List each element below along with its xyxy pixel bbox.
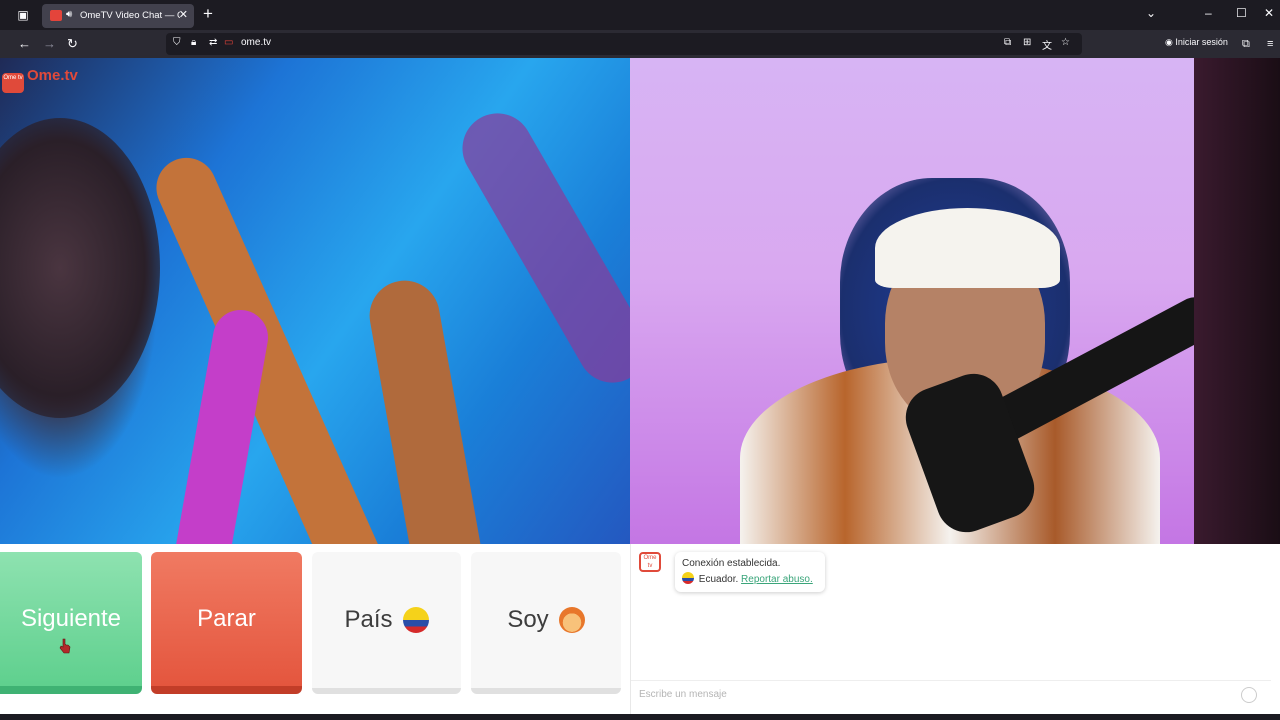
logo-text: Ome.tv	[27, 67, 78, 84]
maximize-button[interactable]: ☐	[1236, 6, 1247, 20]
stop-label: Parar	[197, 605, 256, 632]
menu-icon[interactable]: ≡	[1267, 36, 1273, 52]
gender-label: Soy	[507, 606, 549, 633]
gender-button[interactable]: Soy	[471, 552, 621, 694]
own-video	[630, 58, 1280, 544]
message-placeholder: Escribe un mensaje	[639, 689, 727, 700]
url-bar[interactable]: ⛉ 🔒︎ ⇄ ▭ ome.tv ⧉ ⊞ 文 ☆	[166, 33, 1082, 55]
permissions-icon[interactable]: ⇄	[209, 37, 217, 48]
tab-bar: ▣ 🔊︎ OmeTV Video Chat — Ome ✕ + ⌄ – ☐ ✕	[0, 0, 1280, 30]
country-label: País	[344, 606, 393, 633]
ecuador-flag-icon	[682, 572, 694, 584]
tab-close-icon[interactable]: ✕	[179, 8, 188, 21]
tab-ometv[interactable]: 🔊︎ OmeTV Video Chat — Ome ✕	[42, 4, 194, 28]
next-button[interactable]: Siguiente	[0, 552, 142, 694]
list-all-tabs-icon[interactable]: ⌄	[1146, 6, 1156, 20]
speaker-icon[interactable]: 🔊︎	[66, 9, 72, 20]
connection-status: Conexión establecida.	[682, 558, 781, 569]
shield-icon[interactable]: ⛉	[173, 37, 181, 48]
stop-button[interactable]: Parar	[151, 552, 302, 694]
chat-logo-icon: Ome tv	[639, 552, 661, 572]
bottom-strip	[0, 714, 1280, 720]
tab-list-icon[interactable]: ▣	[14, 7, 32, 23]
country-button[interactable]: País	[312, 552, 461, 694]
tab-title: OmeTV Video Chat — Ome	[80, 10, 180, 21]
url-text[interactable]: ome.tv	[241, 37, 271, 48]
ecuador-flag-icon	[402, 607, 429, 633]
hand-cursor-icon	[59, 638, 71, 654]
boy-icon	[558, 607, 585, 633]
background-dark-area	[1194, 58, 1280, 544]
logo-badge: Ome tv	[2, 73, 24, 93]
ometv-favicon-icon	[50, 10, 62, 21]
chat-panel: Ome tv Conexión establecida. Ecuador. Re…	[630, 544, 1271, 714]
sign-in-button[interactable]: ◉ Iniciar sesión	[1165, 37, 1228, 48]
picture-in-picture-icon[interactable]: ⧉	[1004, 37, 1011, 48]
forward-icon[interactable]: →	[43, 36, 56, 52]
camera-sharing-icon[interactable]: ▭	[224, 37, 233, 48]
extensions-icon[interactable]: ⧉	[1242, 36, 1250, 52]
back-icon[interactable]: ←	[18, 36, 31, 52]
reload-icon[interactable]: ↻	[67, 36, 78, 52]
navigation-bar: ← → ↻ ⛉ 🔒︎ ⇄ ▭ ome.tv ⧉ ⊞ 文 ☆ ◉ Iniciar …	[0, 30, 1280, 58]
lock-icon[interactable]: 🔒︎	[191, 37, 196, 48]
save-page-icon[interactable]: ⊞	[1023, 37, 1031, 48]
stranger-country: Ecuador.	[698, 574, 739, 585]
translate-icon[interactable]: 文	[1042, 37, 1052, 52]
close-window-button[interactable]: ✕	[1264, 6, 1274, 20]
stranger-video: Ome tv Ome.tv	[0, 58, 630, 544]
system-message: Conexión establecida. Ecuador. Reportar …	[675, 552, 825, 592]
ometv-page: Ome tv Ome.tv Siguiente Parar País Soy Om…	[0, 58, 1280, 714]
new-tab-button[interactable]: +	[203, 5, 213, 23]
bookmark-star-icon[interactable]: ☆	[1061, 37, 1070, 48]
message-input[interactable]: Escribe un mensaje	[631, 680, 1271, 708]
ometv-logo[interactable]: Ome tv Ome.tv	[2, 66, 78, 93]
report-abuse-link[interactable]: Reportar abuso.	[741, 574, 813, 585]
minimize-button[interactable]: –	[1205, 6, 1212, 20]
sign-in-label: Iniciar sesión	[1175, 37, 1228, 47]
emoji-icon[interactable]	[1241, 687, 1257, 703]
next-label: Siguiente	[20, 605, 122, 632]
